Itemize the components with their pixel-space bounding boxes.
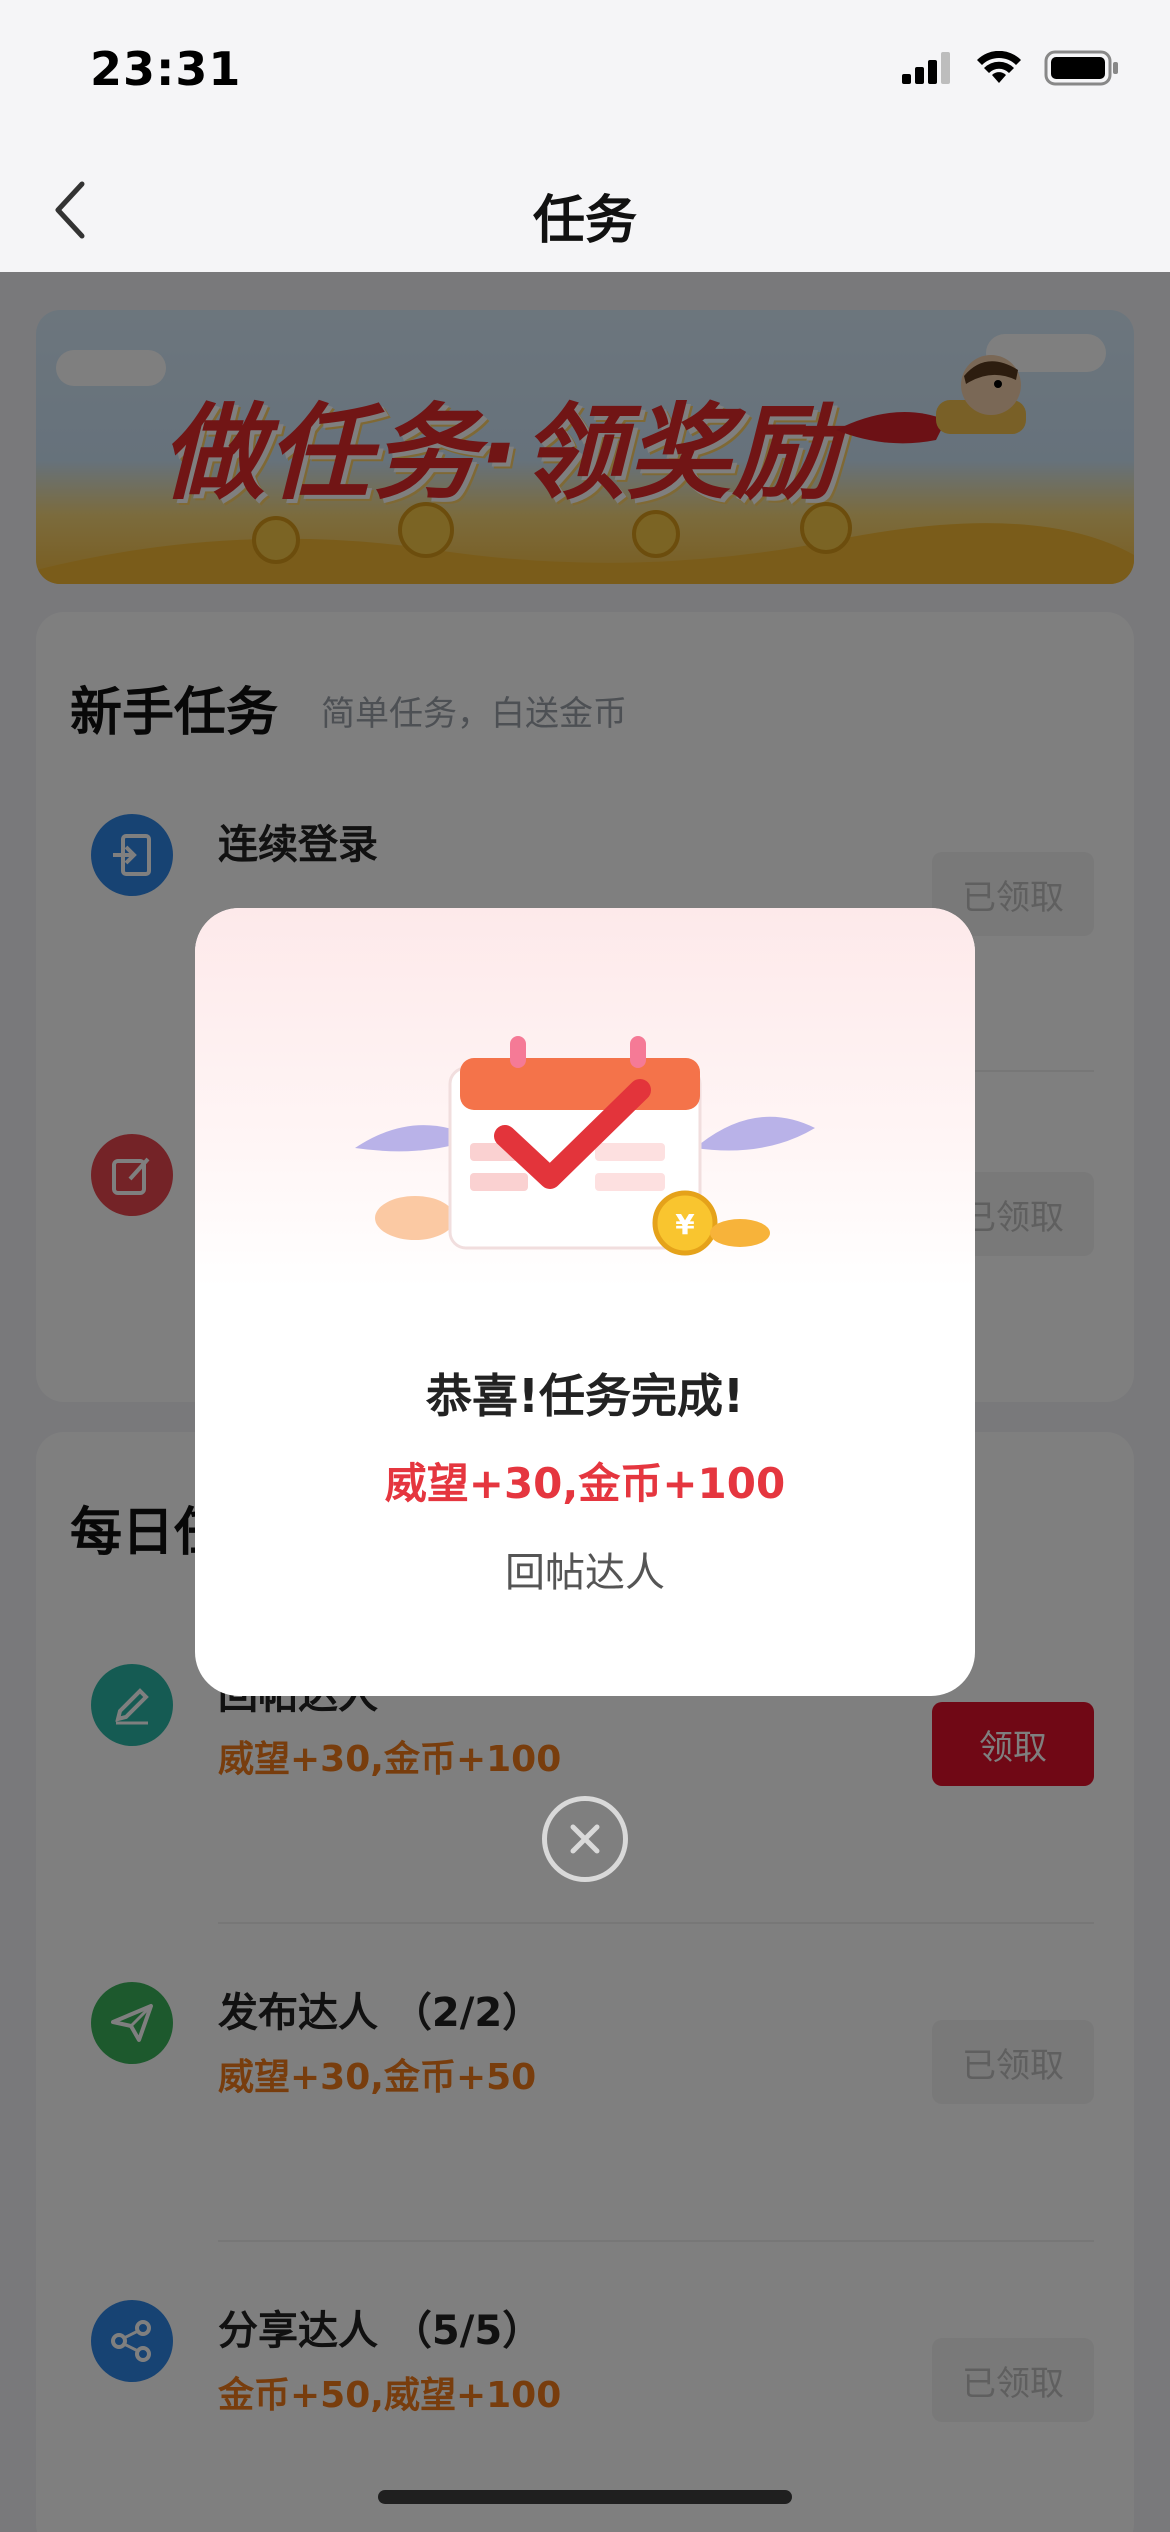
wifi-icon [977, 51, 1021, 83]
close-icon [570, 1824, 600, 1854]
dialog-reward: 威望+30,金币+100 [384, 1459, 786, 1508]
status-icons [902, 50, 1120, 86]
cellular-signal-icon [902, 52, 950, 84]
dialog-close-button[interactable] [542, 1796, 628, 1882]
dialog-task-name: 回帖达人 [505, 1550, 665, 1596]
status-time: 23:31 [90, 42, 242, 96]
status-bar: 23:31 [0, 0, 1170, 150]
battery-icon [1044, 50, 1118, 86]
svg-text:¥: ¥ [675, 1208, 695, 1241]
nav-bar: 任务 [0, 150, 1170, 272]
calendar-check-icon: ¥ [355, 1036, 815, 1256]
task-complete-dialog: ¥ 恭喜!任务完成! 威望+30,金币+100 回帖达人 [195, 908, 975, 1696]
dialog-title: 恭喜!任务完成! [426, 1369, 744, 1423]
page-title: 任务 [532, 191, 637, 251]
home-indicator [378, 2490, 792, 2504]
task-page: 23:31 任务 ¥ 恭喜!任务完成! 威望+30,金币+100 回帖达人 [0, 0, 1170, 2532]
